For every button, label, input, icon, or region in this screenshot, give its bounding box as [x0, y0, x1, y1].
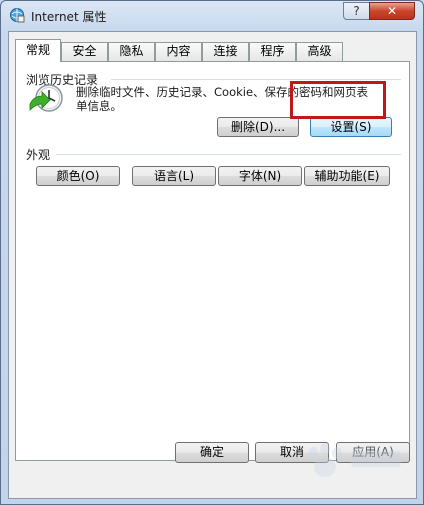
appearance-group-title: 外观: [26, 148, 51, 162]
help-button[interactable]: ?: [343, 2, 370, 20]
appearance-group-divider: [56, 154, 401, 155]
history-group-divider: [111, 79, 401, 80]
languages-button[interactable]: 语言(L): [132, 166, 216, 186]
tab-general[interactable]: 常规: [15, 39, 61, 62]
general-tab-panel: 浏览历史记录 删除临时文件、历史记录、Cookie、保存的密码和网页表单信息。 …: [15, 61, 410, 461]
tab-connections[interactable]: 连接: [202, 42, 249, 61]
tab-advanced[interactable]: 高级: [296, 42, 343, 61]
delete-history-button[interactable]: 删除(D)...: [217, 117, 299, 137]
tab-privacy[interactable]: 隐私: [108, 42, 155, 61]
colors-button[interactable]: 颜色(O): [36, 166, 120, 186]
history-settings-button[interactable]: 设置(S): [310, 117, 392, 137]
tab-security[interactable]: 安全: [61, 42, 108, 61]
title-bar[interactable]: Internet 属性 ? ✕: [1, 1, 423, 31]
watermark-logo: [301, 441, 411, 481]
internet-options-icon: [9, 7, 25, 23]
accessibility-button[interactable]: 辅助功能(E): [304, 166, 390, 186]
ok-button[interactable]: 确定: [175, 442, 249, 463]
settings-highlight-frame: [290, 81, 386, 119]
fonts-button[interactable]: 字体(N): [218, 166, 302, 186]
window-title: Internet 属性: [31, 10, 107, 24]
dialog-window: Internet 属性 ? ✕ 常规 安全 隐私 内容 连接 程序 高级 浏览历…: [0, 0, 424, 505]
history-clock-icon: [28, 82, 66, 116]
tab-programs[interactable]: 程序: [249, 42, 296, 61]
tab-content[interactable]: 内容: [155, 42, 202, 61]
close-button[interactable]: ✕: [369, 2, 415, 20]
